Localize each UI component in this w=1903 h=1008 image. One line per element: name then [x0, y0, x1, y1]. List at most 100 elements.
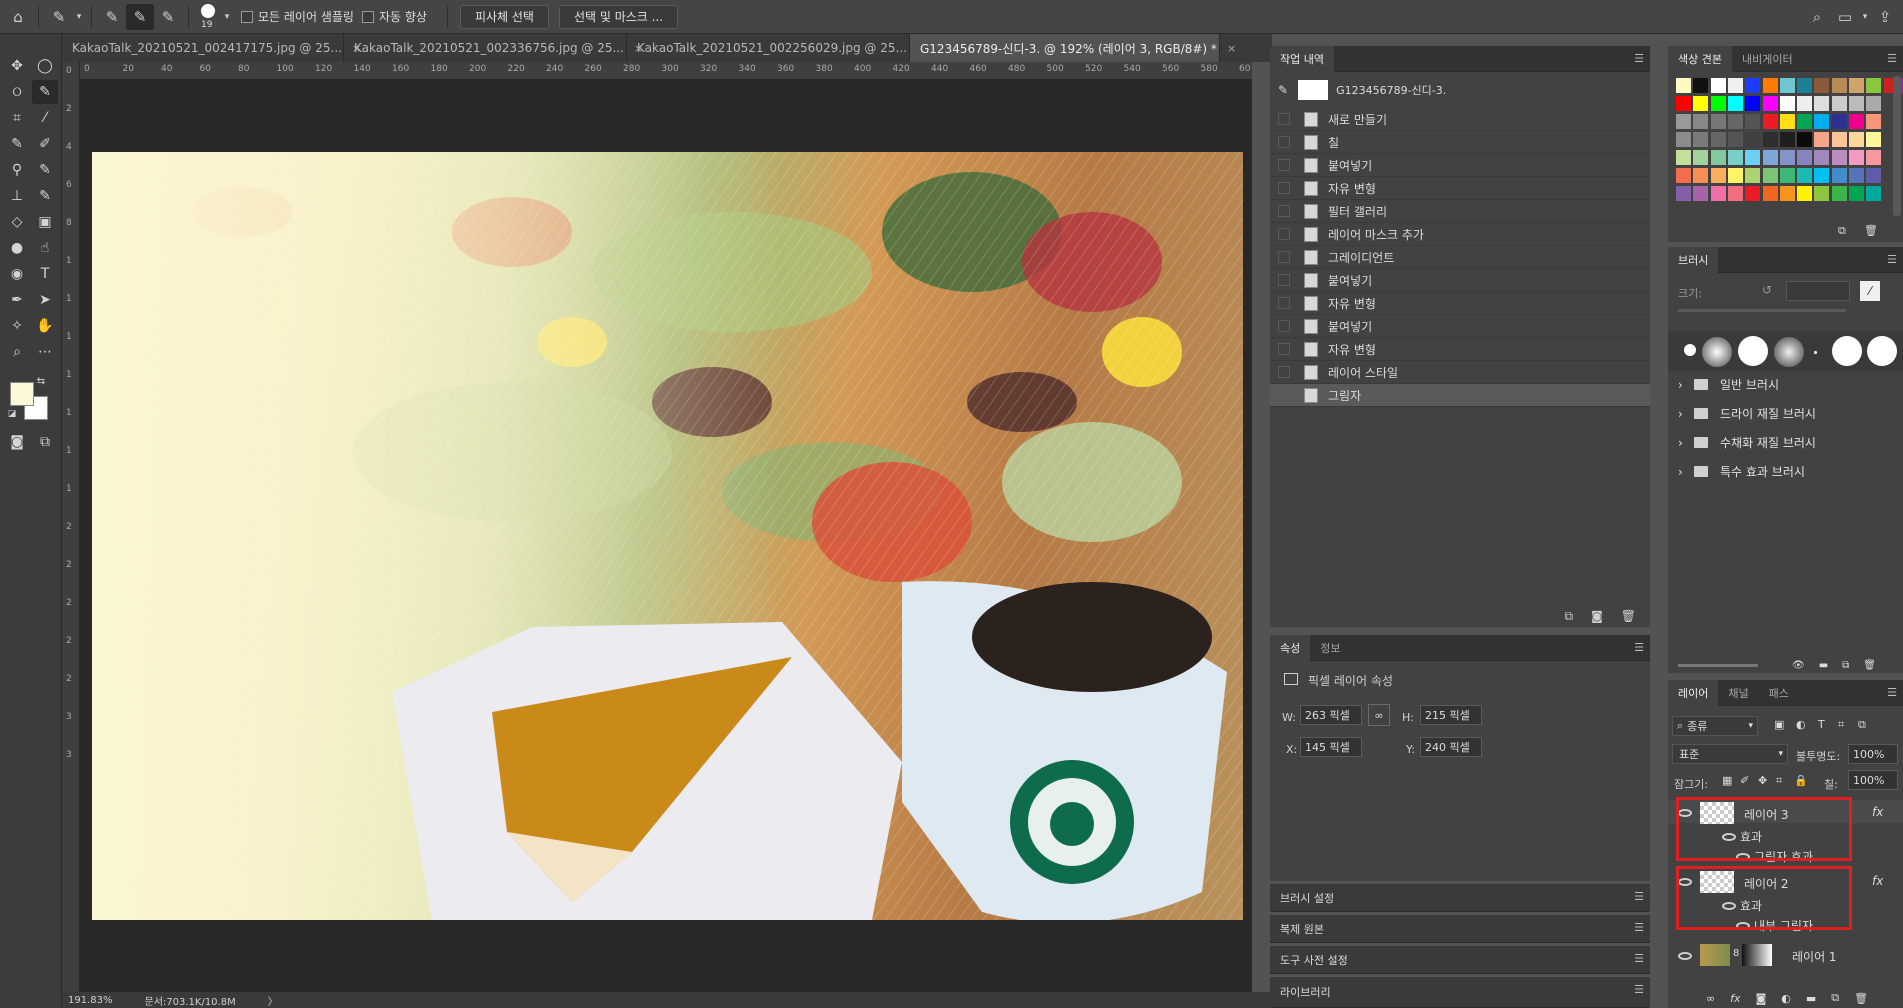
quick-selection-tool-preset-icon[interactable]: ✎: [45, 4, 73, 30]
clone-stamp-tool-icon[interactable]: ⚲: [4, 158, 30, 182]
history-item[interactable]: 그림자: [1270, 384, 1650, 407]
history-item[interactable]: 자유 변형: [1270, 292, 1650, 315]
share-icon[interactable]: ⇪: [1871, 4, 1899, 30]
color-swatch[interactable]: [1797, 132, 1813, 147]
tab-swatches[interactable]: 색상 견본: [1668, 45, 1732, 72]
marquee-tool-icon[interactable]: ◯: [32, 54, 58, 78]
new-layer-icon[interactable]: ⧉: [1831, 991, 1839, 1005]
history-brush-source-checkbox[interactable]: [1278, 343, 1290, 355]
blur-tool-icon[interactable]: ●: [4, 236, 30, 260]
brush-tool-icon[interactable]: ✐: [32, 132, 58, 156]
zoom-tool-icon[interactable]: ⌕: [4, 340, 30, 364]
brush-tip-hard-large[interactable]: [1832, 336, 1862, 366]
shape-tool-icon[interactable]: ✧: [4, 314, 30, 338]
history-brush-source-checkbox[interactable]: [1278, 228, 1290, 240]
x-field[interactable]: 145 픽셀: [1300, 737, 1362, 757]
color-swatch[interactable]: [1693, 186, 1709, 201]
sponge-tool-icon[interactable]: ◉: [4, 262, 30, 286]
folder-icon[interactable]: ▬: [1806, 992, 1816, 1005]
history-item[interactable]: 자유 변형: [1270, 338, 1650, 361]
color-swatch[interactable]: [1831, 78, 1847, 93]
color-swatch[interactable]: [1814, 114, 1830, 129]
brush-settings-panel[interactable]: 브러시 설정 ☰: [1270, 884, 1650, 912]
color-swatch[interactable]: [1866, 150, 1882, 165]
reset-icon[interactable]: ↺: [1762, 283, 1772, 297]
color-swatch[interactable]: [1676, 186, 1691, 201]
history-item[interactable]: 그레이디언트: [1270, 246, 1650, 269]
color-swatch[interactable]: [1866, 78, 1882, 93]
color-swatch[interactable]: [1814, 186, 1830, 201]
color-swatch[interactable]: [1710, 96, 1726, 111]
color-swatch[interactable]: [1779, 78, 1795, 93]
color-swatch[interactable]: [1762, 132, 1778, 147]
lasso-tool-icon[interactable]: ଠ: [4, 80, 30, 104]
color-swatch[interactable]: [1693, 114, 1709, 129]
tab-navigator[interactable]: 내비게이터: [1732, 46, 1803, 72]
filter-type-icon[interactable]: T: [1818, 718, 1825, 731]
chevron-down-icon[interactable]: ▾: [1859, 4, 1871, 30]
chevron-right-icon[interactable]: ›: [1678, 436, 1688, 450]
doc-tab[interactable]: KakaoTalk_20210521_002256029.jpg @ 25...…: [627, 34, 926, 62]
color-swatch[interactable]: [1676, 96, 1691, 111]
smudge-tool-icon[interactable]: ☝: [32, 236, 58, 260]
color-swatch[interactable]: [1831, 168, 1847, 183]
history-brush-source-icon[interactable]: ✎: [1278, 83, 1288, 97]
color-swatch[interactable]: [1831, 132, 1847, 147]
width-field[interactable]: 263 픽셀: [1300, 705, 1362, 725]
color-swatch[interactable]: [1710, 186, 1726, 201]
color-swatch[interactable]: [1693, 150, 1709, 165]
brush-tip-soft-large[interactable]: [1774, 337, 1804, 367]
panel-menu-icon[interactable]: ☰: [1634, 952, 1644, 965]
color-swatch[interactable]: [1814, 150, 1830, 165]
color-swatch[interactable]: [1797, 96, 1813, 111]
history-brush-source-checkbox[interactable]: [1278, 205, 1290, 217]
history-item[interactable]: 자유 변형: [1270, 177, 1650, 200]
color-swatch[interactable]: [1779, 186, 1795, 201]
history-item[interactable]: 붙여넣기: [1270, 269, 1650, 292]
color-swatch[interactable]: [1866, 132, 1882, 147]
tool-presets-panel[interactable]: 도구 사전 설정 ☰: [1270, 946, 1650, 974]
height-field[interactable]: 215 픽셀: [1420, 705, 1482, 725]
color-swatch[interactable]: [1797, 114, 1813, 129]
color-swatch[interactable]: [1693, 132, 1709, 147]
history-snapshot[interactable]: ✎ G123456789-신디-3.: [1270, 76, 1650, 104]
move-tool-icon[interactable]: ✥: [4, 54, 30, 78]
workspace-icon[interactable]: ▭: [1831, 4, 1859, 30]
color-swatch[interactable]: [1849, 78, 1864, 93]
history-item[interactable]: 레이어 마스크 추가: [1270, 223, 1650, 246]
history-brush-source-checkbox[interactable]: [1278, 366, 1290, 378]
color-swatch[interactable]: [1779, 168, 1795, 183]
visibility-eye-icon[interactable]: [1678, 952, 1692, 960]
history-brush-source-checkbox[interactable]: [1278, 251, 1290, 263]
filter-shape-icon[interactable]: ⌗: [1838, 718, 1844, 732]
lock-pixels-icon[interactable]: ✐: [1740, 774, 1749, 787]
history-item[interactable]: 붙여넣기: [1270, 154, 1650, 177]
color-swatch[interactable]: [1849, 168, 1864, 183]
gradient-tool-icon[interactable]: ▣: [32, 210, 58, 234]
tab-paths[interactable]: 패스: [1759, 680, 1799, 706]
new-brush-icon[interactable]: ⧉: [1842, 660, 1849, 671]
color-swatch[interactable]: [1745, 114, 1761, 129]
history-brush-source-checkbox[interactable]: [1278, 182, 1290, 194]
default-colors-icon[interactable]: ◪: [6, 408, 18, 420]
history-item[interactable]: 칠: [1270, 131, 1650, 154]
color-swatch[interactable]: [1797, 186, 1813, 201]
color-swatch[interactable]: [1745, 168, 1761, 183]
color-swatch[interactable]: [1727, 168, 1743, 183]
brush-tip-hard[interactable]: [1684, 344, 1696, 356]
history-brush-source-checkbox[interactable]: [1278, 274, 1290, 286]
lock-position-icon[interactable]: ✥: [1758, 774, 1767, 787]
brush-size-field[interactable]: [1786, 281, 1850, 301]
color-swatch[interactable]: [1710, 78, 1726, 93]
color-swatch[interactable]: [1762, 186, 1778, 201]
panel-menu-icon[interactable]: ☰: [1634, 52, 1644, 65]
color-swatch[interactable]: [1727, 114, 1743, 129]
color-swatch[interactable]: [1762, 150, 1778, 165]
color-swatch[interactable]: [1797, 78, 1813, 93]
layer-mask-thumbnail[interactable]: [1742, 944, 1772, 966]
eyedropper-tool-icon[interactable]: ⁄: [32, 106, 58, 130]
color-swatch[interactable]: [1727, 132, 1743, 147]
layer-mask-link-icon[interactable]: 8: [1733, 948, 1739, 959]
color-swatch[interactable]: [1693, 96, 1709, 111]
color-swatch[interactable]: [1779, 150, 1795, 165]
